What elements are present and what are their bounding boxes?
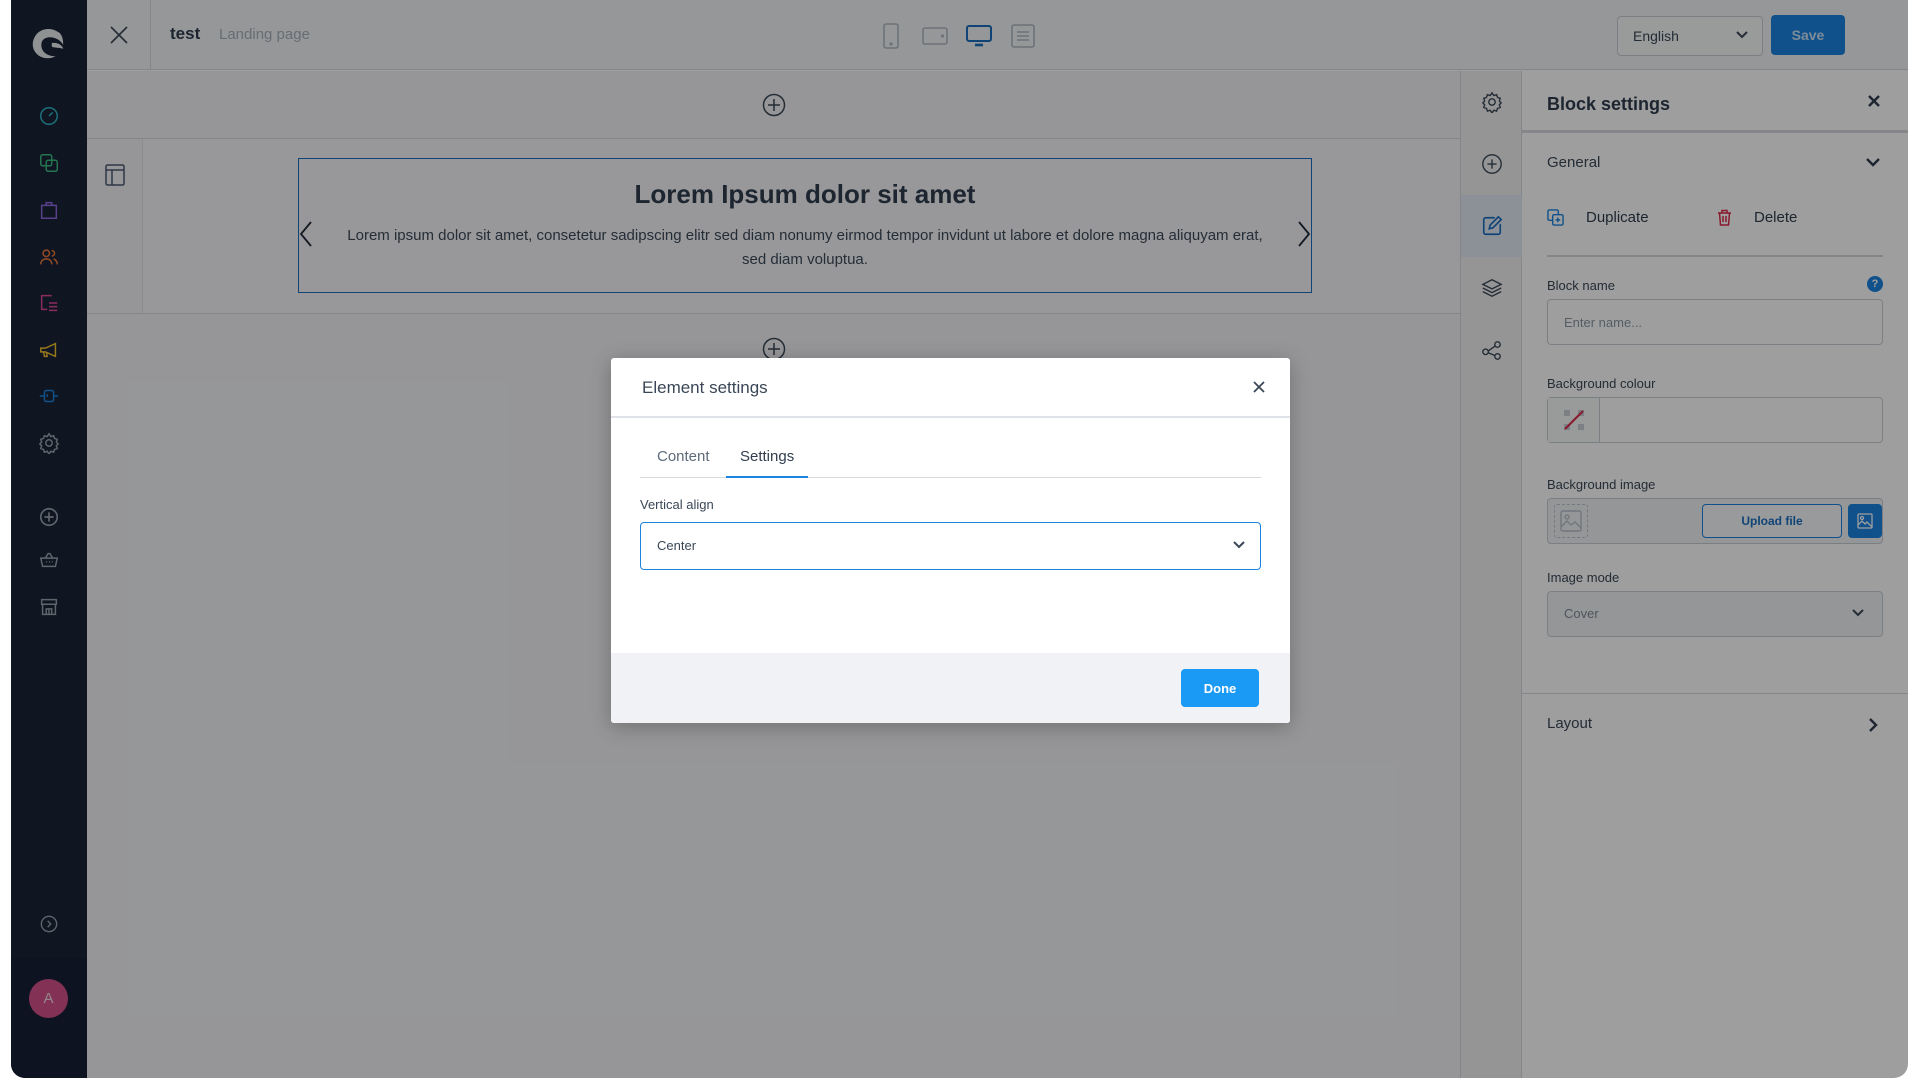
modal-header: Element settings xyxy=(611,358,1290,418)
vertical-align-select[interactable]: Center xyxy=(640,522,1261,570)
done-button[interactable]: Done xyxy=(1181,669,1259,707)
element-settings-modal: Element settings Content Settings Vertic… xyxy=(611,358,1290,723)
modal-footer: Done xyxy=(611,653,1290,723)
modal-title: Element settings xyxy=(642,378,768,397)
vertical-align-label: Vertical align xyxy=(640,497,714,512)
chevron-down-icon xyxy=(1233,541,1245,549)
tab-settings[interactable]: Settings xyxy=(726,448,809,478)
vertical-align-value: Center xyxy=(657,538,697,553)
tab-content[interactable]: Content xyxy=(657,448,710,478)
close-modal-icon[interactable] xyxy=(1252,380,1266,394)
modal-tabs: Content Settings xyxy=(640,440,1261,478)
